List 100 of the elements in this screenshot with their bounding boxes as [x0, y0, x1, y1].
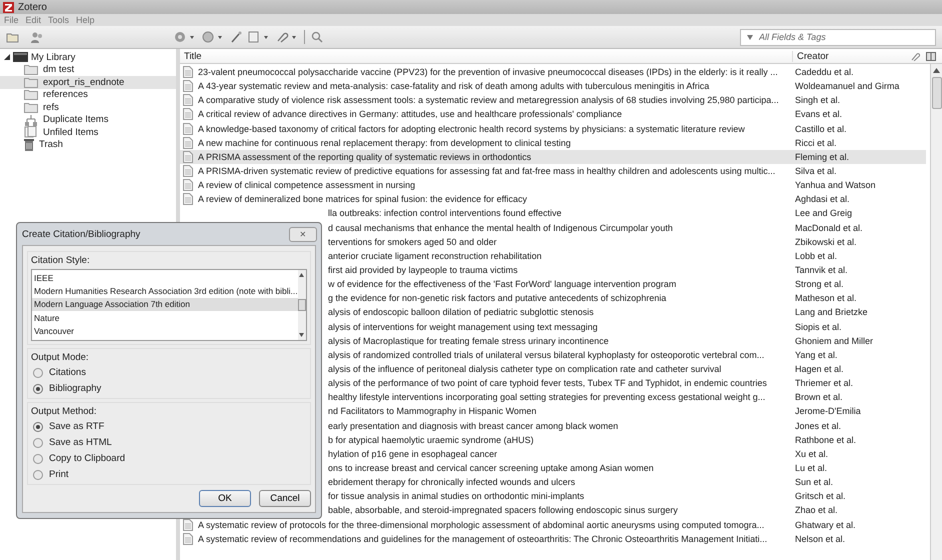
close-button[interactable]: ✕	[289, 226, 317, 242]
document-icon	[183, 66, 193, 78]
item-creator: Ghatwary et al.	[794, 520, 856, 530]
item-title: anterior cruciate ligament reconstruction rehabilitation	[328, 250, 542, 261]
library-item[interactable]: My Library	[0, 51, 176, 64]
column-picker-icon[interactable]	[926, 52, 936, 60]
document-icon	[183, 150, 193, 163]
column-header[interactable]: Creator	[793, 50, 910, 62]
item-row[interactable]: A review of demineralized bone matrices for spinal fusion: the evidence for efficacy Aghdasi et al.	[180, 192, 926, 206]
style-option[interactable]: Modern Humanities Research Association 3rd edition (note with bibli...	[32, 284, 298, 298]
item-title: nd Facilitators to Mammography in Hispanic Women	[328, 406, 536, 416]
scroll-up-icon[interactable]	[299, 273, 304, 277]
radio-button[interactable]	[33, 454, 43, 464]
collection-item[interactable]: refs	[0, 101, 176, 114]
item-creator: Thriemer et al.	[794, 378, 854, 388]
caret-icon[interactable]	[747, 34, 753, 40]
item-title: hylation of p16 gene in esophageal cancer	[328, 448, 498, 459]
item-creator: Hagen et al.	[794, 364, 844, 374]
collection-item[interactable]: references	[0, 88, 176, 101]
style-option[interactable]: Vancouver	[32, 324, 298, 338]
dialog-button[interactable]: OK	[199, 490, 251, 507]
item-title: A knowledge-based taxonomy of critical factors for adopting electronic health record systems by physicians: a systematic literature review	[198, 124, 745, 134]
item-title: alysis of the performance of two point of care typhoid fever tests, Tubex TF and Typhidot, in endemic countries	[328, 378, 767, 388]
item-creator: Castillo et al.	[794, 124, 847, 134]
new-folder-icon[interactable]	[6, 30, 20, 42]
radio-label[interactable]: Save as HTML	[49, 437, 112, 448]
style-option[interactable]: Nature	[32, 311, 298, 325]
scrollbar[interactable]	[930, 64, 942, 560]
radio-label[interactable]: Save as RTF	[49, 421, 104, 432]
column-header[interactable]: Title	[180, 50, 793, 62]
item-creator: Nelson et al.	[794, 534, 846, 544]
item-creator: Aghdasi et al.	[794, 194, 850, 204]
scroll-thumb[interactable]	[932, 77, 942, 109]
item-creator: Evans et al.	[794, 109, 842, 120]
item-row[interactable]: A PRISMA-driven systematic review of predictive equations for assessing fat and fat-free mass in healthy children and adolescents using multic... Silva et al.	[180, 164, 926, 178]
item-row[interactable]: A knowledge-based taxonomy of critical factors for adopting electronic health record systems by physicians: a systematic literature review Castillo et al.	[180, 122, 926, 136]
item-creator: Sun et al.	[794, 477, 834, 488]
document-icon	[183, 165, 193, 178]
radio-button[interactable]	[33, 438, 43, 448]
style-option[interactable]: IEEE	[32, 271, 298, 284]
document-icon	[183, 532, 193, 545]
item-creator: Yang et al.	[794, 350, 838, 360]
style-option[interactable]: Modern Language Association 7th edition	[32, 298, 298, 312]
item-title: lla outbreaks: infection control interventions found effective	[328, 208, 562, 218]
library-icon	[13, 52, 28, 62]
paperclip-icon[interactable]	[276, 31, 298, 43]
item-creator: Siopis et al.	[794, 322, 842, 332]
collection-item[interactable]: Trash	[0, 138, 176, 151]
item-creator: Cadeddu et al.	[794, 67, 854, 78]
item-creator: Woldeamanuel and Girma	[794, 81, 900, 92]
style-list[interactable]: IEEE Modern Humanities Research Association 3rd edition (note with bibli... Modern Language Association 7th edition Nature Vancouver	[31, 269, 307, 341]
item-row[interactable]: lla outbreaks: infection control interventions found effective Lee and Greig	[180, 206, 926, 221]
item-creator: Singh et al.	[794, 95, 840, 106]
item-creator: Yanhua and Watson	[794, 180, 876, 190]
item-title: alysis of endoscopic balloon dilation of pediatric subglottic stenosis	[328, 307, 594, 318]
item-row[interactable]: A critical review of advance directives in Germany: attitudes, use and healthcare professionals' compliance Evans et al.	[180, 107, 926, 122]
radio-button[interactable]	[33, 470, 43, 480]
item-row[interactable]: A systematic review of protocols for the three-dimensional morphologic assessment of abdominal aortic aneurysms using computed tomogra... Ghatwary et al.	[180, 518, 926, 532]
document-icon	[183, 80, 193, 92]
paperclip-icon[interactable]	[910, 51, 920, 61]
item-row[interactable]: A new machine for continuous renal replacement therapy: from development to clinical testing Ricci et al.	[180, 136, 926, 150]
radio-label[interactable]: Copy to Clipboard	[49, 453, 126, 464]
collection-item[interactable]: export_ris_endnote	[0, 76, 176, 88]
item-row[interactable]: A 43-year systematic review and meta-analysis: case-fatality and risk of death among adults with tuberculous meningitis in Africa Woldeamanuel and Girma	[180, 79, 926, 94]
wand-icon[interactable]	[230, 31, 242, 43]
radio-label[interactable]: Citations	[49, 367, 86, 378]
scrollbar[interactable]	[298, 270, 306, 340]
item-row[interactable]: 23-valent pneumococcal polysaccharide vaccine (PPV23) for the prevention of invasive pneumococcal diseases (IPDs) in the elderly: is it really ... Cadeddu et al.	[180, 65, 926, 80]
item-row[interactable]: A systematic review of recommendations and guidelines for the management of osteoarthritis: The Chronic Osteoarthritis Management Initiati... Nelson et al.	[180, 532, 926, 546]
item-title: b for atypical haemolytic uraemic syndrome (aHUS)	[328, 434, 534, 445]
radio-label[interactable]: Bibliography	[49, 383, 102, 394]
dialog-button[interactable]: Cancel	[259, 490, 311, 507]
document-icon	[183, 108, 193, 120]
gear-icon[interactable]	[174, 31, 196, 43]
radio-button[interactable]	[33, 422, 43, 432]
document-icon	[183, 193, 193, 206]
item-title: w of evidence for the effectiveness of the 'Fast ForWord' language intervention program	[328, 279, 676, 290]
scroll-down-icon[interactable]	[299, 333, 304, 337]
scroll-up-icon[interactable]	[933, 68, 940, 73]
document-icon	[183, 94, 193, 106]
item-row[interactable]: A comparative study of violence risk assessment tools: a systematic review and metaregression analysis of 68 studies involving 25,980 participa... Singh et al.	[180, 93, 926, 108]
item-title: A new machine for continuous renal replacement therapy: from development to clinical testing	[198, 138, 571, 148]
people-icon[interactable]	[30, 30, 44, 44]
item-title: A 43-year systematic review and meta-analysis: case-fatality and risk of death among adults with tuberculous meningitis in Africa	[198, 81, 710, 92]
radio-label[interactable]: Print	[49, 469, 69, 480]
item-row[interactable]: A PRISMA assessment of the reporting quality of systematic reviews in orthodontics Fleming et al.	[180, 150, 926, 164]
item-row[interactable]: A review of clinical competence assessment in nursing Yanhua and Watson	[180, 178, 926, 192]
collection-item[interactable]: Duplicate Items	[0, 114, 176, 126]
item-creator: Zhao et al.	[794, 505, 838, 516]
document-icon	[183, 136, 193, 149]
item-creator: Gritsch et al.	[794, 491, 846, 502]
collection-item[interactable]: Unfiled Items	[0, 126, 176, 138]
item-title: early presentation and diagnosis with breast cancer among black women	[328, 420, 618, 431]
radio-button[interactable]	[33, 368, 43, 378]
search-icon[interactable]	[311, 31, 323, 43]
expander-icon[interactable]	[4, 54, 10, 61]
item-title: A systematic review of recommendations and guidelines for the management of osteoarthritis: The Chronic Osteoarthritis Management Initiati...	[198, 534, 768, 544]
radio-button[interactable]	[33, 384, 43, 394]
section-label: Citation Style:	[31, 255, 91, 266]
collection-item[interactable]: dm test	[0, 64, 176, 76]
